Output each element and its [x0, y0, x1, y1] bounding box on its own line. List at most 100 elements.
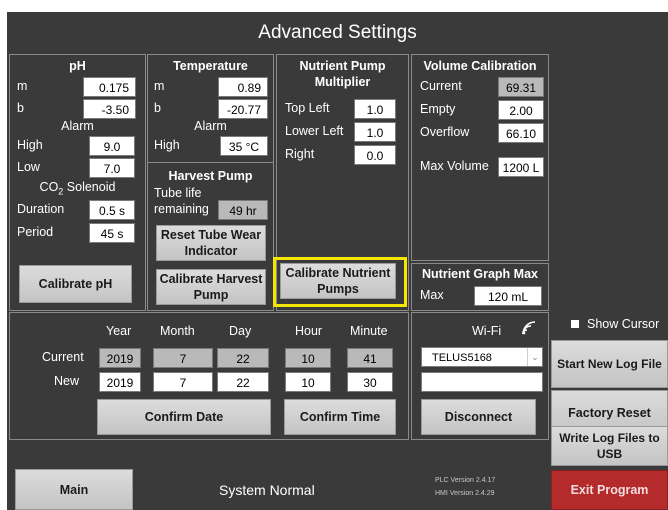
- temp-b-input[interactable]: -20.77: [218, 99, 268, 119]
- max-volume-input[interactable]: 1200 L: [498, 157, 544, 177]
- reset-tube-wear-button[interactable]: Reset Tube Wear Indicator: [156, 225, 266, 261]
- harvest-pump-heading: Harvest Pump: [168, 169, 253, 183]
- temp-m-input[interactable]: 0.89: [218, 77, 268, 97]
- new-minute-input[interactable]: 30: [347, 372, 393, 392]
- page-title: Advanced Settings: [258, 22, 417, 43]
- minute-header: Minute: [350, 324, 388, 338]
- calibrate-ph-button[interactable]: Calibrate pH: [19, 265, 132, 303]
- nutrient-graph-max-heading: Nutrient Graph Max: [422, 267, 538, 281]
- hour-header: Hour: [295, 324, 323, 338]
- wifi-panel: Wi-Fi TELUS5168 ⌄ Disconnect: [411, 312, 549, 440]
- exit-program-button[interactable]: Exit Program: [551, 470, 668, 510]
- tube-remaining-label: remaining: [154, 202, 209, 216]
- chevron-down-icon: ⌄: [527, 348, 542, 366]
- lower-left-input[interactable]: 1.0: [354, 122, 396, 142]
- temp-high-label: High: [154, 138, 180, 152]
- max-volume-label: Max Volume: [420, 159, 489, 173]
- new-hour-input[interactable]: 10: [285, 372, 331, 392]
- tube-life-value: 49 hr: [218, 200, 268, 220]
- ph-low-label: Low: [17, 160, 40, 174]
- temp-m-label: m: [154, 79, 165, 93]
- ph-high-label: High: [17, 138, 43, 152]
- volume-empty-input[interactable]: 2.00: [498, 100, 544, 120]
- ph-low-input[interactable]: 7.0: [89, 158, 135, 178]
- calibrate-harvest-label-2: Pump: [193, 288, 229, 302]
- show-cursor-toggle[interactable]: Show Cursor: [563, 315, 667, 335]
- right-label: Right: [285, 147, 315, 161]
- right-input[interactable]: 0.0: [354, 145, 396, 165]
- top-left-input[interactable]: 1.0: [354, 99, 396, 119]
- volume-current-label: Current: [420, 79, 462, 93]
- calibrate-nutrient-label-2: Pumps: [317, 282, 359, 296]
- ph-panel: pH m 0.175 b -3.50 Alarm High 9.0 Low 7.…: [9, 54, 146, 311]
- year-header: Year: [106, 324, 132, 338]
- current-month-value: 7: [153, 348, 213, 368]
- confirm-date-button[interactable]: Confirm Date: [97, 399, 271, 435]
- volume-calibration-heading: Volume Calibration: [423, 59, 537, 73]
- wifi-password-input[interactable]: [421, 372, 543, 392]
- harvest-pump-panel: Harvest Pump Tube life remaining 49 hr R…: [147, 162, 274, 311]
- reset-tube-wear-label-1: Reset Tube Wear: [160, 228, 262, 242]
- hmi-version: HMI Version 2.4.29: [435, 490, 495, 497]
- ph-b-label: b: [17, 101, 24, 115]
- ph-b-input[interactable]: -3.50: [83, 99, 136, 119]
- main-button[interactable]: Main: [15, 469, 133, 510]
- wifi-signal-icon: [522, 321, 536, 340]
- new-month-input[interactable]: 7: [153, 372, 213, 392]
- current-day-value: 22: [217, 348, 269, 368]
- system-status: System Normal: [219, 482, 315, 498]
- date-time-panel: Year Month Day Hour Minute Current 2019 …: [9, 312, 409, 440]
- plc-version: PLC Version 2.4.17: [435, 477, 496, 484]
- show-cursor-label: Show Cursor: [587, 317, 660, 331]
- volume-current-value: 69.31: [498, 77, 544, 97]
- graph-max-input[interactable]: 120 mL: [474, 286, 542, 306]
- temp-b-label: b: [154, 101, 161, 115]
- wifi-network-value: TELUS5168: [432, 352, 492, 364]
- write-log-files-button[interactable]: Write Log Files to USB: [551, 426, 668, 466]
- volume-overflow-label: Overflow: [420, 125, 470, 139]
- calibrate-harvest-pump-button[interactable]: Calibrate Harvest Pump: [156, 269, 266, 305]
- checkbox-icon: [571, 320, 579, 328]
- ph-heading: pH: [69, 59, 86, 73]
- current-row-label: Current: [42, 350, 84, 364]
- month-header: Month: [160, 324, 195, 338]
- top-left-label: Top Left: [285, 101, 330, 115]
- calibrate-nutrient-label-1: Calibrate Nutrient: [285, 266, 391, 280]
- ph-m-input[interactable]: 0.175: [83, 77, 136, 97]
- disconnect-button[interactable]: Disconnect: [421, 399, 536, 435]
- temperature-heading: Temperature: [173, 59, 248, 73]
- wifi-network-select[interactable]: TELUS5168 ⌄: [421, 347, 543, 367]
- new-year-input[interactable]: 2019: [99, 372, 141, 392]
- tube-life-label: Tube life: [154, 186, 202, 200]
- graph-max-label: Max: [420, 288, 444, 302]
- co2-label-rest: Solenoid: [63, 180, 116, 194]
- ph-m-label: m: [17, 79, 28, 93]
- reset-tube-wear-label-2: Indicator: [184, 244, 238, 258]
- co2-label: CO: [39, 180, 59, 194]
- write-log-label-2: USB: [596, 447, 623, 461]
- nutrient-graph-max-panel: Nutrient Graph Max Max 120 mL: [411, 263, 549, 311]
- new-row-label: New: [54, 374, 80, 388]
- day-header: Day: [229, 324, 252, 338]
- confirm-time-button[interactable]: Confirm Time: [284, 399, 396, 435]
- ph-high-input[interactable]: 9.0: [89, 136, 135, 156]
- period-input[interactable]: 45 s: [89, 223, 135, 243]
- co2-solenoid-label: CO2 Solenoid: [10, 180, 145, 197]
- temp-high-input[interactable]: 35 °C: [220, 136, 268, 156]
- wifi-label: Wi-Fi: [472, 324, 502, 338]
- temp-alarm-label: Alarm: [194, 119, 227, 133]
- volume-calibration-panel: Volume Calibration Current 69.31 Empty 2…: [411, 54, 549, 261]
- nutrient-pump-heading-2: Multiplier: [314, 75, 371, 89]
- current-minute-value: 41: [347, 348, 393, 368]
- calibrate-nutrient-pumps-button[interactable]: Calibrate Nutrient Pumps: [280, 263, 396, 299]
- volume-overflow-input[interactable]: 66.10: [498, 123, 544, 143]
- new-day-input[interactable]: 22: [217, 372, 269, 392]
- start-new-log-file-button[interactable]: Start New Log File: [551, 340, 668, 388]
- nutrient-pump-heading-1: Nutrient Pump: [299, 59, 386, 73]
- lower-left-label: Lower Left: [285, 124, 344, 138]
- duration-input[interactable]: 0.5 s: [89, 200, 135, 220]
- ph-alarm-label: Alarm: [61, 119, 94, 133]
- current-hour-value: 10: [285, 348, 331, 368]
- current-year-value: 2019: [99, 348, 141, 368]
- write-log-label-1: Write Log Files to: [559, 431, 660, 445]
